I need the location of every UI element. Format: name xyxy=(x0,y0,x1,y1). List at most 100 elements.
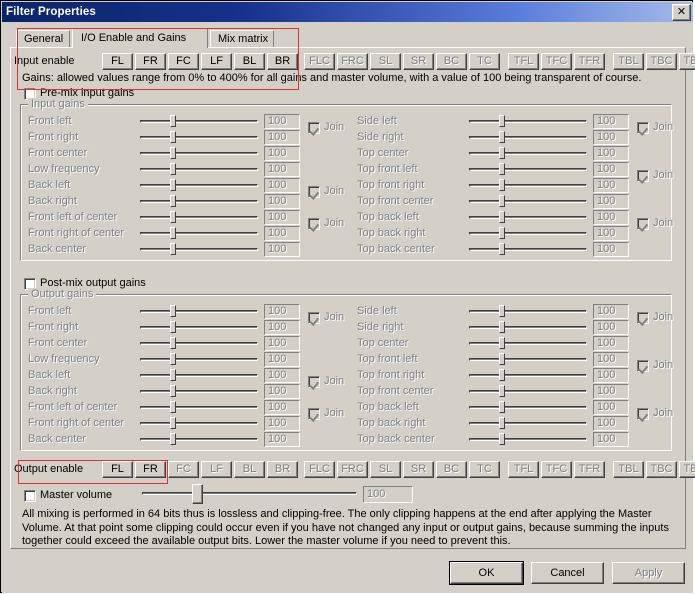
output-gain-right-slider[interactable] xyxy=(469,352,587,366)
slider-thumb[interactable] xyxy=(499,243,505,255)
input-gain-left-join-checkbox[interactable] xyxy=(308,186,320,198)
input-gain-left-slider[interactable] xyxy=(140,130,258,144)
output-gain-left-slider[interactable] xyxy=(140,432,258,446)
input-gain-right-value[interactable]: 100 xyxy=(593,194,629,209)
slider-thumb[interactable] xyxy=(170,385,176,397)
output-gain-right-slider[interactable] xyxy=(469,368,587,382)
output-gain-left-join-checkbox[interactable] xyxy=(308,312,320,324)
input-gain-right-value[interactable]: 100 xyxy=(593,162,629,177)
slider-thumb[interactable] xyxy=(170,417,176,429)
tab-mix-matrix[interactable]: Mix matrix xyxy=(210,30,274,47)
slider-thumb[interactable] xyxy=(170,401,176,413)
master-volume-checkbox[interactable] xyxy=(24,490,36,502)
title-bar[interactable]: Filter Properties ✕ xyxy=(2,2,693,22)
output-enable-button-flc[interactable]: FLC xyxy=(304,461,335,478)
output-gain-left-value[interactable]: 100 xyxy=(264,320,300,335)
output-enable-button-sr[interactable]: SR xyxy=(403,461,434,478)
input-gain-right-value[interactable]: 100 xyxy=(593,114,629,129)
input-gain-right-slider[interactable] xyxy=(469,130,587,144)
input-gain-right-slider[interactable] xyxy=(469,146,587,160)
output-enable-button-tbl[interactable]: TBL xyxy=(613,461,644,478)
tab-general[interactable]: General xyxy=(16,30,70,47)
input-enable-button-tbr[interactable]: TBR xyxy=(679,53,695,70)
output-gain-left-value[interactable]: 100 xyxy=(264,304,300,319)
output-enable-button-tfc[interactable]: TFC xyxy=(541,461,572,478)
ok-button[interactable]: OK xyxy=(450,562,523,584)
input-gain-right-value[interactable]: 100 xyxy=(593,242,629,257)
output-gain-left-value[interactable]: 100 xyxy=(264,416,300,431)
output-gain-right-join-checkbox[interactable] xyxy=(637,360,649,372)
input-gain-left-join-checkbox[interactable] xyxy=(308,122,320,134)
input-enable-button-bl[interactable]: BL xyxy=(234,53,265,70)
input-gain-left-value[interactable]: 100 xyxy=(264,226,300,241)
slider-thumb[interactable] xyxy=(499,369,505,381)
slider-thumb[interactable] xyxy=(170,305,176,317)
slider-thumb[interactable] xyxy=(170,179,176,191)
slider-thumb[interactable] xyxy=(499,433,505,445)
output-gain-right-slider[interactable] xyxy=(469,384,587,398)
input-gain-right-slider[interactable] xyxy=(469,242,587,256)
slider-thumb[interactable] xyxy=(499,353,505,365)
output-gain-left-join-checkbox[interactable] xyxy=(308,408,320,420)
output-gain-left-slider[interactable] xyxy=(140,336,258,350)
input-enable-button-br[interactable]: BR xyxy=(267,53,298,70)
slider-thumb[interactable] xyxy=(499,227,505,239)
output-gain-left-slider[interactable] xyxy=(140,416,258,430)
input-gain-left-value[interactable]: 100 xyxy=(264,210,300,225)
slider-thumb[interactable] xyxy=(499,417,505,429)
output-enable-button-bc[interactable]: BC xyxy=(436,461,467,478)
slider-thumb[interactable] xyxy=(170,353,176,365)
input-gain-right-value[interactable]: 100 xyxy=(593,210,629,225)
input-enable-button-tbc[interactable]: TBC xyxy=(646,53,677,70)
output-enable-button-tfr[interactable]: TFR xyxy=(574,461,605,478)
input-enable-button-fc[interactable]: FC xyxy=(168,53,199,70)
input-gain-left-value[interactable]: 100 xyxy=(264,178,300,193)
input-gain-left-value[interactable]: 100 xyxy=(264,114,300,129)
output-gain-right-value[interactable]: 100 xyxy=(593,320,629,335)
input-gain-right-slider[interactable] xyxy=(469,194,587,208)
input-gain-right-slider[interactable] xyxy=(469,210,587,224)
output-enable-button-frc[interactable]: FRC xyxy=(337,461,368,478)
input-enable-button-flc[interactable]: FLC xyxy=(304,53,335,70)
output-gain-right-value[interactable]: 100 xyxy=(593,336,629,351)
input-gain-left-value[interactable]: 100 xyxy=(264,162,300,177)
output-gain-right-join-checkbox[interactable] xyxy=(637,312,649,324)
output-gain-right-slider[interactable] xyxy=(469,432,587,446)
output-gain-left-value[interactable]: 100 xyxy=(264,368,300,383)
slider-thumb[interactable] xyxy=(170,131,176,143)
input-gain-left-slider[interactable] xyxy=(140,114,258,128)
input-gain-right-slider[interactable] xyxy=(469,226,587,240)
output-gain-left-slider[interactable] xyxy=(140,352,258,366)
output-gain-right-slider[interactable] xyxy=(469,304,587,318)
input-gain-right-slider[interactable] xyxy=(469,178,587,192)
input-enable-button-bc[interactable]: BC xyxy=(436,53,467,70)
input-enable-button-fl[interactable]: FL xyxy=(102,53,133,70)
input-gain-left-slider[interactable] xyxy=(140,226,258,240)
output-enable-button-tc[interactable]: TC xyxy=(469,461,500,478)
input-enable-button-lf[interactable]: LF xyxy=(201,53,232,70)
output-gain-right-value[interactable]: 100 xyxy=(593,304,629,319)
input-gain-left-slider[interactable] xyxy=(140,242,258,256)
input-gain-left-slider[interactable] xyxy=(140,162,258,176)
slider-thumb[interactable] xyxy=(170,369,176,381)
input-gain-right-join-checkbox[interactable] xyxy=(637,122,649,134)
output-enable-button-fr[interactable]: FR xyxy=(135,461,166,478)
slider-thumb[interactable] xyxy=(170,211,176,223)
master-slider-thumb[interactable] xyxy=(192,484,203,504)
slider-thumb[interactable] xyxy=(170,147,176,159)
input-enable-button-tfl[interactable]: TFL xyxy=(508,53,539,70)
output-gain-left-value[interactable]: 100 xyxy=(264,432,300,447)
output-gain-right-slider[interactable] xyxy=(469,400,587,414)
output-gain-left-slider[interactable] xyxy=(140,304,258,318)
output-enable-button-bl[interactable]: BL xyxy=(234,461,265,478)
output-gain-left-value[interactable]: 100 xyxy=(264,352,300,367)
input-enable-button-tc[interactable]: TC xyxy=(469,53,500,70)
output-gain-right-value[interactable]: 100 xyxy=(593,384,629,399)
master-volume-slider[interactable] xyxy=(142,486,357,502)
input-gain-left-value[interactable]: 100 xyxy=(264,130,300,145)
input-gain-right-join-checkbox[interactable] xyxy=(637,218,649,230)
input-enable-button-frc[interactable]: FRC xyxy=(337,53,368,70)
output-gain-right-slider[interactable] xyxy=(469,320,587,334)
cancel-button[interactable]: Cancel xyxy=(531,562,604,584)
input-enable-button-sl[interactable]: SL xyxy=(370,53,401,70)
